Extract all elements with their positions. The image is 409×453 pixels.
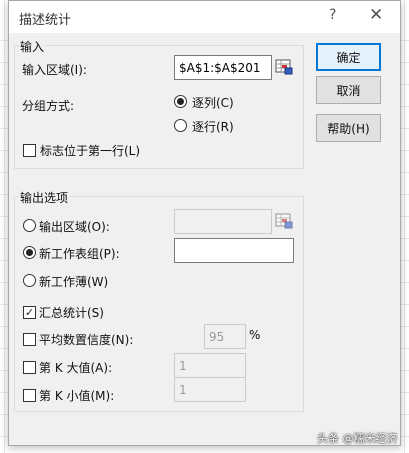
labels-first-row-checkbox[interactable]	[23, 144, 36, 157]
kth-smallest-field[interactable]	[174, 377, 246, 402]
kth-largest-checkbox[interactable]	[23, 361, 36, 374]
confidence-level-field[interactable]	[204, 324, 246, 349]
close-icon[interactable]: ✕	[369, 5, 383, 25]
confidence-level-checkbox[interactable]	[23, 333, 36, 346]
output-group-label: 输出选项	[19, 189, 70, 206]
dialog-title: 描述统计	[19, 13, 72, 28]
help-question-icon[interactable]: ?	[329, 7, 336, 23]
by-column-label[interactable]: 逐列(C)	[192, 94, 234, 111]
help-button[interactable]: 帮助(H)	[316, 114, 381, 142]
range-picker-icon[interactable]	[273, 56, 295, 78]
radio-selected-dot	[26, 249, 33, 256]
percent-sign: %	[249, 328, 261, 342]
watermark: 头条 @糯米经济	[317, 432, 398, 445]
summary-stats-checkbox[interactable]: ✓	[23, 306, 36, 319]
kth-largest-field[interactable]	[174, 353, 246, 378]
kth-smallest-checkbox[interactable]	[23, 389, 36, 402]
new-sheet-label[interactable]: 新工作表组(P):	[39, 245, 120, 262]
new-workbook-radio[interactable]	[23, 274, 36, 287]
kth-smallest-label[interactable]: 第 K 小值(M):	[39, 387, 114, 404]
title-bar: 描述统计 ? ✕	[9, 1, 400, 33]
output-range-radio[interactable]	[23, 219, 36, 232]
new-workbook-label[interactable]: 新工作薄(W)	[39, 273, 108, 290]
by-column-radio[interactable]	[174, 95, 187, 108]
output-range-picker-icon[interactable]	[273, 210, 295, 232]
input-range-label: 输入区域(I):	[22, 63, 87, 77]
new-sheet-name-field[interactable]	[174, 238, 294, 263]
kth-largest-label[interactable]: 第 K 大值(A):	[39, 359, 112, 376]
ok-button[interactable]: 确定	[316, 43, 381, 71]
new-sheet-radio[interactable]	[23, 246, 36, 259]
group-by-label: 分组方式:	[22, 99, 75, 113]
by-row-label[interactable]: 逐行(R)	[192, 118, 234, 135]
labels-first-row-label[interactable]: 标志位于第一行(L)	[40, 142, 140, 159]
by-row-radio[interactable]	[174, 119, 187, 132]
output-range-field[interactable]	[174, 209, 272, 234]
checkmark-icon: ✓	[24, 306, 35, 319]
cancel-button[interactable]: 取消	[316, 76, 381, 104]
output-range-label[interactable]: 输出区域(O):	[39, 218, 110, 235]
summary-stats-label[interactable]: 汇总统计(S)	[39, 304, 104, 321]
input-group-label: 输入	[19, 38, 46, 55]
confidence-level-label[interactable]: 平均数置信度(N):	[39, 331, 133, 348]
radio-selected-dot	[177, 98, 184, 105]
input-range-field[interactable]	[174, 55, 272, 80]
descriptive-statistics-dialog: 描述统计 ? ✕ 输入 输入区域(I): 分组方式: 逐列(C) 逐行(R) 标…	[8, 0, 401, 446]
